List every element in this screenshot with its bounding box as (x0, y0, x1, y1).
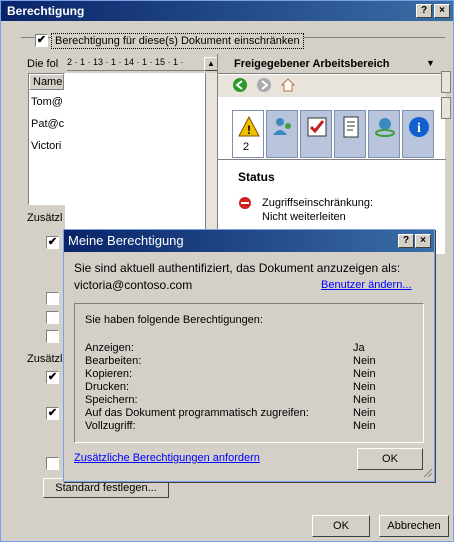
restrict-label[interactable]: Berechtigung für diese(s) Dokument einsc… (51, 33, 304, 49)
links-tab[interactable] (368, 110, 400, 158)
users-intro: Die fol (27, 58, 59, 70)
perm-label-edit: Bearbeiten: (85, 355, 142, 367)
perm-value-copy: Nein (353, 368, 376, 380)
user-row-3[interactable]: Victori (29, 130, 64, 152)
ruler: 2 · 1 · 13 · 1 · 14 · 1 · 15 · 1 · (67, 57, 213, 71)
option-checkbox-6[interactable]: ✔ (46, 407, 59, 420)
svg-text:i: i (417, 121, 421, 136)
pane-title: Freigegebener Arbeitsbereich (218, 54, 446, 74)
perm-value-print: Nein (353, 381, 376, 393)
members-tab[interactable] (266, 110, 298, 158)
perm-label-copy: Kopieren: (85, 368, 133, 380)
sub-title: Meine Berechtigung (68, 233, 184, 248)
close-button[interactable]: × (434, 4, 450, 18)
user-row-1[interactable]: Tom@ (29, 90, 64, 108)
tasks-tab[interactable] (300, 110, 332, 158)
right-scroll-1[interactable] (441, 71, 451, 93)
permissions-group: Sie haben folgende Berechtigungen: Anzei… (74, 303, 424, 443)
right-scroll-2[interactable] (441, 97, 451, 119)
user-email: victoria@contoso.com (74, 278, 193, 292)
alert-tab[interactable]: ! 2 (232, 110, 264, 158)
status-heading: Status (238, 170, 275, 184)
info-icon: i (409, 117, 429, 137)
change-user-link[interactable]: Benutzer ändern... (321, 279, 412, 291)
dialog-titlebar: Berechtigung ? × (1, 1, 453, 21)
sub-ok-button[interactable]: OK (357, 448, 423, 470)
documents-tab[interactable] (334, 110, 366, 158)
perm-label-save: Speichern: (85, 394, 138, 406)
cancel-button[interactable]: Abbrechen (379, 515, 449, 537)
ok-button[interactable]: OK (312, 515, 370, 537)
documents-icon (343, 116, 359, 138)
ruler-arrow-icon[interactable]: ▲ (204, 57, 218, 71)
warning-icon: ! (238, 115, 260, 137)
pane-menu-icon[interactable]: ▼ (426, 58, 435, 68)
pane-toolbar (218, 75, 446, 97)
links-icon (375, 118, 395, 137)
additional-label-1: Zusätzl (27, 212, 63, 224)
perm-label-print: Drucken: (85, 381, 130, 393)
perm-value-edit: Nein (353, 355, 376, 367)
my-permission-dialog: Meine Berechtigung ? × Sie sind aktuell … (63, 229, 435, 482)
user-row-2[interactable]: Pat@c (29, 108, 64, 130)
restricted-icon (239, 197, 251, 209)
back-icon[interactable] (232, 77, 248, 93)
dialog-title: Berechtigung (7, 4, 85, 18)
status-line-1: Zugriffseinschränkung: (262, 197, 374, 209)
resize-grip-icon[interactable] (423, 468, 433, 478)
svg-text:!: ! (247, 123, 251, 137)
perm-value-full: Nein (353, 420, 376, 432)
permissions-heading: Sie haben folgende Berechtigungen: (85, 314, 263, 326)
document-area (65, 73, 205, 231)
request-permissions-link[interactable]: Zusätzliche Berechtigungen anfordern (74, 452, 260, 464)
restrict-checkbox[interactable]: ✔ (35, 34, 48, 47)
perm-value-programmatic: Nein (353, 407, 376, 419)
perm-label-view: Anzeigen: (85, 342, 134, 354)
home-icon[interactable] (280, 77, 296, 93)
option-checkbox-1[interactable]: ✔ (46, 236, 59, 249)
sub-titlebar: Meine Berechtigung ? × (64, 230, 434, 252)
perm-value-view: Ja (353, 342, 365, 354)
document-scrollbar[interactable] (205, 73, 217, 233)
option-checkbox-5[interactable]: ✔ (46, 371, 59, 384)
users-list[interactable]: Name Tom@ Pat@c Victori (28, 73, 65, 205)
option-checkbox-7[interactable] (46, 457, 59, 470)
info-tab[interactable]: i (402, 110, 434, 158)
forward-icon[interactable] (256, 77, 272, 93)
perm-label-programmatic: Auf das Dokument programmatisch zugreife… (85, 407, 309, 419)
sub-close-button[interactable]: × (415, 234, 431, 248)
additional-label-2: Zusätzl (27, 353, 63, 365)
name-header[interactable]: Name (29, 74, 64, 90)
members-icon (273, 118, 291, 135)
option-checkbox-2[interactable] (46, 292, 59, 305)
option-checkbox-3[interactable] (46, 311, 59, 324)
shared-workspace-pane: Freigegebener Arbeitsbereich ▼ ! 2 i Sta… (217, 54, 446, 254)
option-checkbox-4[interactable] (46, 330, 59, 343)
auth-text: Sie sind aktuell authentifiziert, das Do… (74, 261, 401, 275)
help-button[interactable]: ? (416, 4, 432, 18)
perm-label-full: Vollzugriff: (85, 420, 136, 432)
status-line-2: Nicht weiterleiten (262, 211, 346, 223)
sub-help-button[interactable]: ? (398, 234, 414, 248)
alert-count: 2 (243, 141, 250, 153)
perm-value-save: Nein (353, 394, 376, 406)
pane-divider (218, 159, 446, 160)
tasks-icon (307, 117, 327, 137)
